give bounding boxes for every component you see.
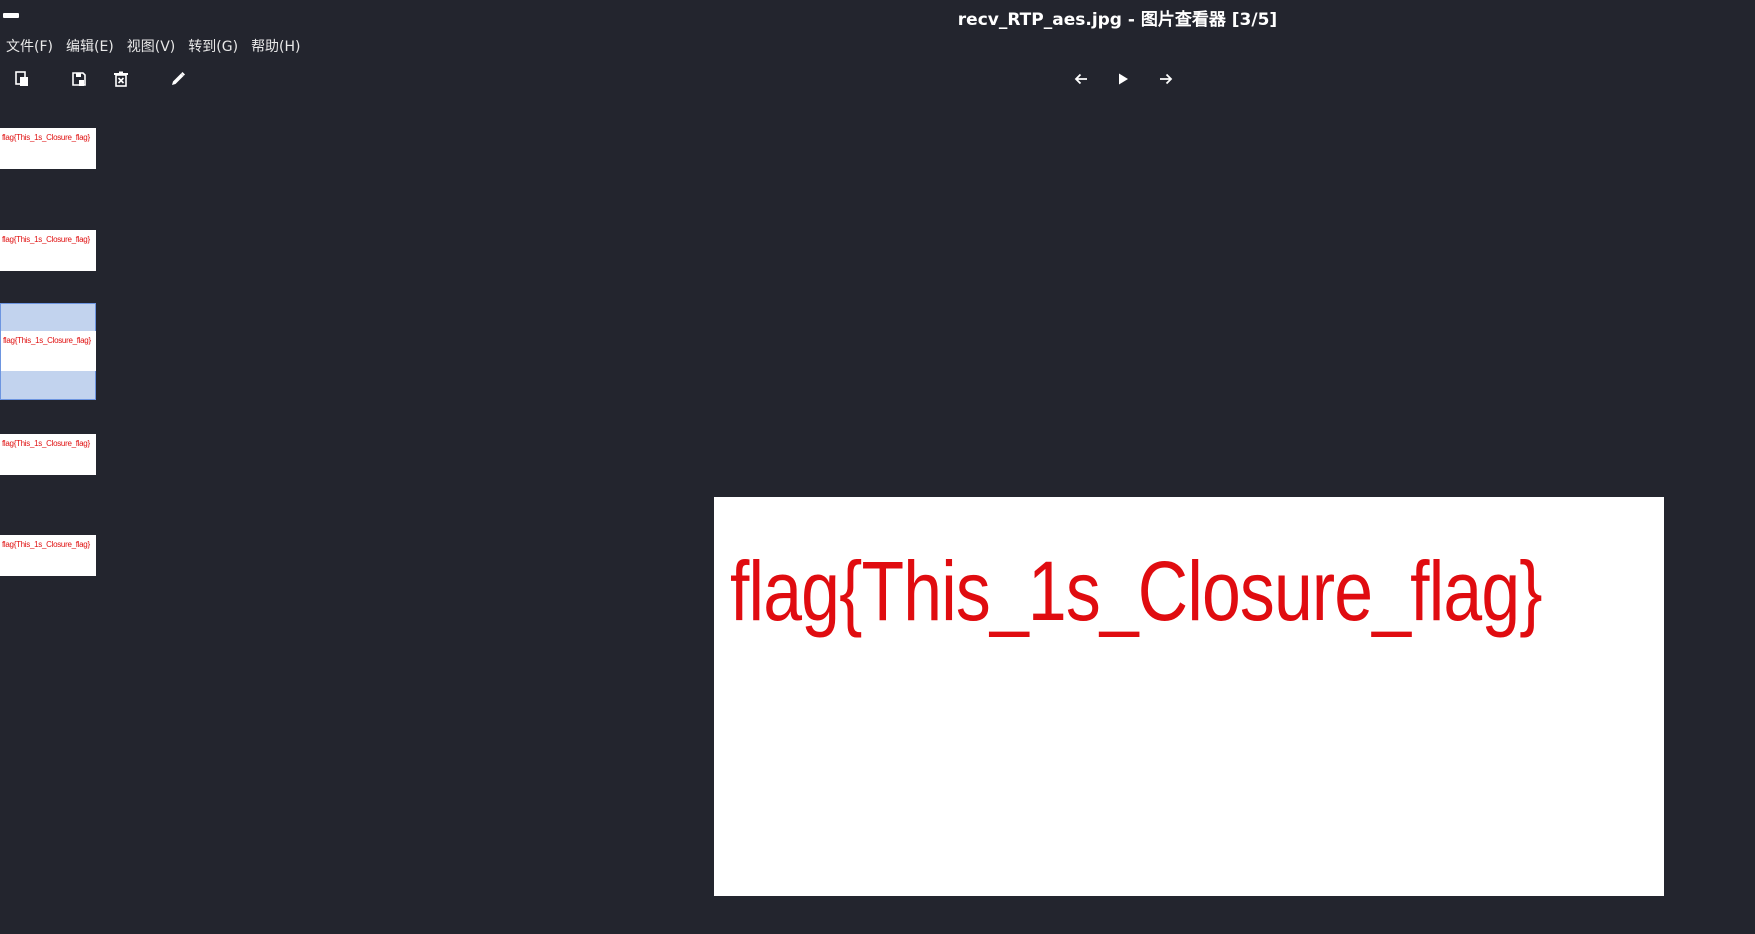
previous-button[interactable] — [1067, 65, 1095, 93]
previous-icon — [1074, 73, 1087, 85]
play-icon — [1119, 73, 1128, 85]
thumbnail-1[interactable]: flag{This_1s_Closure_flag} — [0, 128, 96, 169]
thumbnail-text: flag{This_1s_Closure_flag} — [2, 133, 90, 142]
main-image: flag{This_1s_Closure_flag} — [714, 497, 1664, 896]
menu-view[interactable]: 视图(V) — [121, 34, 183, 58]
thumbnail-text: flag{This_1s_Closure_flag} — [2, 439, 90, 448]
menu-go[interactable]: 转到(G) — [182, 34, 245, 58]
menu-help[interactable]: 帮助(H) — [245, 34, 307, 58]
main-image-text: flag{This_1s_Closure_flag} — [730, 544, 1543, 638]
open-icon — [15, 71, 28, 86]
menu-file[interactable]: 文件(F) — [0, 34, 60, 58]
toolbar — [0, 62, 1755, 96]
thumbnail-text: flag{This_1s_Closure_flag} — [2, 235, 90, 244]
next-button[interactable] — [1152, 65, 1180, 93]
save-icon — [72, 72, 86, 86]
menu-bar: 文件(F) 编辑(E) 视图(V) 转到(G) 帮助(H) — [0, 34, 308, 58]
thumbnail-3-selected[interactable]: flag{This_1s_Closure_flag} — [0, 303, 96, 400]
title-bar: recv_RTP_aes.jpg - 图片查看器 [3/5] — [0, 0, 1755, 32]
image-viewer-window: recv_RTP_aes.jpg - 图片查看器 [3/5] 文件(F) 编辑(… — [0, 0, 1755, 934]
next-icon — [1160, 73, 1173, 85]
thumbnail-5[interactable]: flag{This_1s_Closure_flag} — [0, 535, 96, 576]
edit-button[interactable] — [164, 65, 192, 93]
delete-icon — [114, 71, 128, 87]
thumbnail-image: flag{This_1s_Closure_flag} — [1, 331, 96, 371]
open-button[interactable] — [8, 65, 36, 93]
thumbnail-2[interactable]: flag{This_1s_Closure_flag} — [0, 230, 96, 271]
edit-icon — [172, 71, 186, 85]
save-button[interactable] — [65, 65, 93, 93]
thumbnail-text: flag{This_1s_Closure_flag} — [2, 540, 90, 549]
delete-button[interactable] — [107, 65, 135, 93]
thumbnail-text: flag{This_1s_Closure_flag} — [3, 336, 91, 345]
window-title: recv_RTP_aes.jpg - 图片查看器 [3/5] — [957, 10, 1278, 30]
thumbnail-4[interactable]: flag{This_1s_Closure_flag} — [0, 434, 96, 475]
slideshow-button[interactable] — [1109, 65, 1137, 93]
menu-edit[interactable]: 编辑(E) — [60, 34, 121, 58]
